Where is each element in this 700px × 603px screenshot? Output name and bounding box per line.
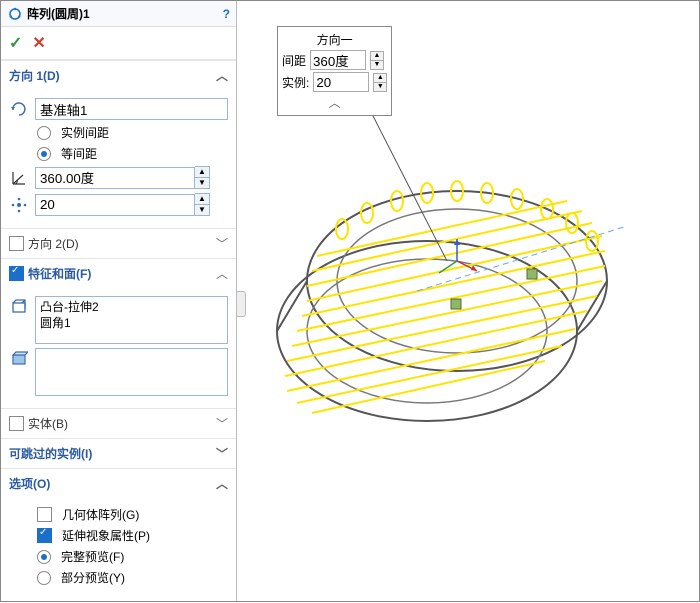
- section-skip: 可跳过的实例(I) ﹀: [1, 438, 236, 468]
- spin-down-icon[interactable]: ▼: [195, 205, 209, 215]
- callout-title: 方向一: [282, 31, 387, 48]
- list-item[interactable]: 圆角1: [40, 315, 223, 331]
- option-full-preview-label: 完整预览(F): [61, 548, 124, 565]
- option-partial-preview[interactable]: 部分预览(Y): [9, 569, 228, 586]
- radio-icon: [37, 147, 51, 161]
- chevron-up-icon: ︿: [216, 475, 228, 492]
- circular-pattern-icon: [7, 6, 23, 22]
- section-header-direction1[interactable]: 方向 1(D) ︿: [1, 61, 236, 90]
- panel-title: 阵列(圆周)1: [27, 5, 223, 22]
- features-listbox[interactable]: 凸台-拉伸2 圆角1: [35, 296, 228, 344]
- bodies-title: 实体(B): [28, 415, 68, 432]
- confirm-row: ✓ ✕: [1, 27, 236, 60]
- count-spinner[interactable]: ▲▼: [35, 193, 210, 216]
- chevron-down-icon: ﹀: [216, 235, 228, 252]
- callout-spacing-label: 间距: [282, 52, 306, 69]
- direction2-title: 方向 2(D): [28, 235, 79, 252]
- direction1-title: 方向 1(D): [9, 67, 60, 84]
- radio-instance-spacing[interactable]: 实例间距: [9, 124, 228, 141]
- help-icon[interactable]: ?: [223, 7, 230, 21]
- cancel-button[interactable]: ✕: [32, 33, 45, 53]
- radio-instance-spacing-label: 实例间距: [61, 124, 109, 141]
- section-header-skip[interactable]: 可跳过的实例(I) ﹀: [1, 439, 236, 468]
- angle-input[interactable]: [35, 167, 195, 189]
- section-header-features[interactable]: 特征和面(F) ︿: [1, 259, 236, 288]
- option-geom-pattern[interactable]: 几何体阵列(G): [9, 506, 228, 523]
- skip-title: 可跳过的实例(I): [9, 445, 92, 462]
- spin-down-icon[interactable]: ▼: [374, 83, 386, 91]
- feature-icon: [9, 296, 29, 316]
- chevron-up-icon: ︿: [216, 67, 228, 84]
- spin-up-icon[interactable]: ▲: [374, 74, 386, 83]
- section-header-direction2[interactable]: 方向 2(D) ﹀: [1, 229, 236, 258]
- axis-input[interactable]: [35, 98, 228, 120]
- angle-icon: [9, 168, 29, 188]
- option-propagate[interactable]: 延伸视象属性(P): [9, 527, 228, 544]
- section-direction2: 方向 2(D) ﹀: [1, 228, 236, 258]
- spin-up-icon[interactable]: ▲: [195, 167, 209, 178]
- callout-spacing-input[interactable]: [310, 50, 366, 70]
- section-features: 特征和面(F) ︿ 凸台-拉伸2 圆角1: [1, 258, 236, 408]
- section-bodies: 实体(B) ﹀: [1, 408, 236, 438]
- radio-equal-spacing-label: 等间距: [61, 145, 97, 162]
- callout-box[interactable]: 方向一 间距 ▲▼ 实例: ▲▼ ︿: [277, 26, 392, 116]
- spin-down-icon[interactable]: ▼: [371, 61, 383, 69]
- option-full-preview[interactable]: 完整预览(F): [9, 548, 228, 565]
- spin-down-icon[interactable]: ▼: [195, 178, 209, 188]
- instances-icon: [9, 195, 29, 215]
- option-propagate-label: 延伸视象属性(P): [62, 527, 150, 544]
- callout-instances-input[interactable]: [313, 72, 369, 92]
- checkbox-icon: [37, 528, 52, 543]
- chevron-down-icon: ﹀: [216, 445, 228, 462]
- count-input[interactable]: [35, 194, 195, 216]
- callout-instances-label: 实例:: [282, 74, 309, 91]
- radio-icon: [37, 571, 51, 585]
- bodies-checkbox[interactable]: [9, 416, 24, 431]
- section-header-bodies[interactable]: 实体(B) ﹀: [1, 409, 236, 438]
- spin-up-icon[interactable]: ▲: [371, 52, 383, 61]
- features-checkbox[interactable]: [9, 266, 24, 281]
- radio-equal-spacing[interactable]: 等间距: [9, 145, 228, 162]
- option-partial-preview-label: 部分预览(Y): [61, 569, 125, 586]
- chevron-down-icon: ﹀: [216, 415, 228, 432]
- radio-icon: [37, 126, 51, 140]
- options-title: 选项(O): [9, 475, 50, 492]
- callout-collapse-icon[interactable]: ︿: [282, 94, 387, 111]
- section-header-options[interactable]: 选项(O) ︿: [1, 469, 236, 498]
- property-panel: 阵列(圆周)1 ? ✓ ✕ 方向 1(D) ︿: [1, 1, 237, 601]
- radio-icon: [37, 550, 51, 564]
- viewport[interactable]: 方向一 间距 ▲▼ 实例: ▲▼ ︿ 基准轴1: [237, 1, 699, 601]
- ok-button[interactable]: ✓: [9, 33, 22, 53]
- option-geom-pattern-label: 几何体阵列(G): [62, 506, 139, 523]
- checkbox-icon: [37, 507, 52, 522]
- list-item[interactable]: 凸台-拉伸2: [40, 299, 223, 315]
- face-icon: [9, 348, 29, 368]
- section-options: 选项(O) ︿ 几何体阵列(G) 延伸视象属性(P) 完整预览(F): [1, 468, 236, 598]
- angle-spinner[interactable]: ▲▼: [35, 166, 210, 189]
- spin-up-icon[interactable]: ▲: [195, 194, 209, 205]
- chevron-up-icon: ︿: [216, 265, 228, 282]
- panel-splitter[interactable]: [236, 291, 246, 317]
- reverse-direction-icon[interactable]: [9, 99, 29, 119]
- faces-listbox[interactable]: [35, 348, 228, 396]
- section-direction1: 方向 1(D) ︿ 实例间距 等间距: [1, 60, 236, 228]
- direction2-checkbox[interactable]: [9, 236, 24, 251]
- panel-header: 阵列(圆周)1 ?: [1, 1, 236, 27]
- features-title: 特征和面(F): [28, 265, 91, 282]
